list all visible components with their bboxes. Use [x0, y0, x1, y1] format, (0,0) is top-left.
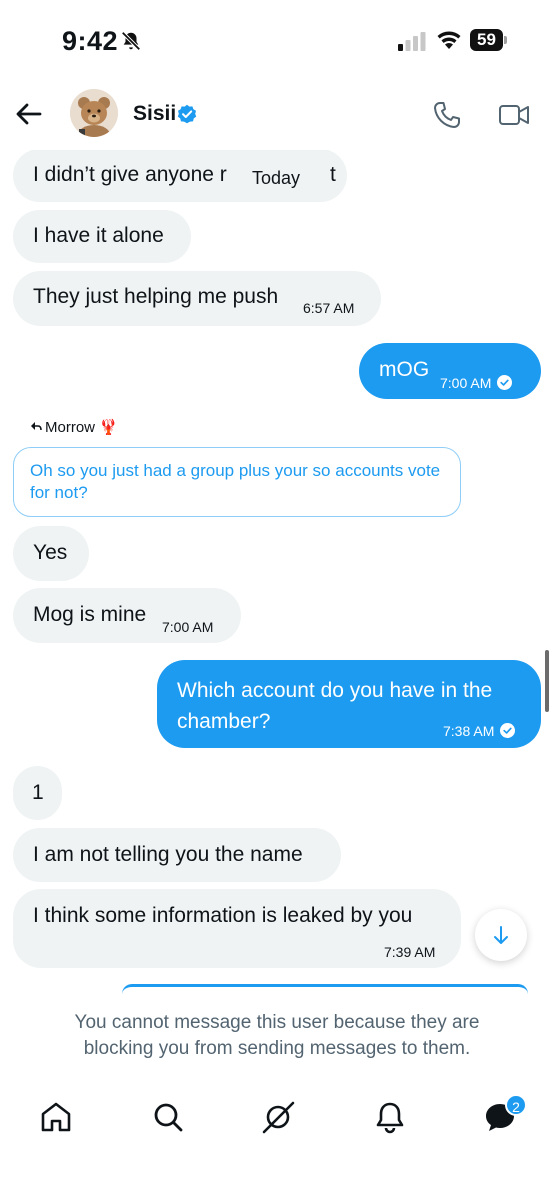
search-icon[interactable] [150, 1099, 186, 1135]
message-time: 7:38 AM [443, 723, 495, 739]
message-incoming[interactable]: 1 [13, 766, 62, 820]
message-text: I didn’t give anyone r [33, 163, 227, 186]
message-incoming[interactable]: They just helping me push 6:57 AM [13, 271, 381, 326]
notifications-bell-icon[interactable] [372, 1099, 408, 1135]
message-text: I am not telling you the name [33, 843, 303, 866]
home-indicator [0, 1165, 554, 1200]
message-text: I think some information is leaked by yo… [33, 904, 413, 927]
read-check-icon [497, 375, 513, 390]
teddy-bear-avatar-image [70, 89, 118, 137]
bottom-tab-bar [0, 1085, 554, 1155]
avatar[interactable] [70, 89, 118, 137]
conversation-header: Sisii [0, 80, 554, 150]
battery-tip [504, 36, 507, 44]
cellular-signal-icon [398, 32, 426, 51]
grok-icon[interactable] [260, 1099, 296, 1135]
message-incoming[interactable]: Yes [13, 526, 89, 581]
scroll-to-bottom-button[interactable] [475, 909, 527, 961]
phone-icon[interactable] [432, 100, 462, 130]
message-timestamp: 7:00 AM [162, 619, 214, 635]
quoted-message[interactable]: Oh so you just had a group plus your so … [13, 447, 461, 517]
contact-name[interactable]: Sisii [133, 102, 176, 126]
video-camera-icon[interactable] [498, 101, 530, 129]
status-bar: 9:42 59 [0, 0, 554, 80]
date-divider: Today [238, 163, 315, 194]
message-time: 7:00 AM [440, 375, 492, 391]
message-outgoing-partial [122, 984, 528, 994]
message-timestamp: 6:57 AM [303, 300, 355, 316]
battery-icon: 59 [470, 29, 508, 51]
messages-badge: 2 [505, 1094, 527, 1116]
message-timestamp: 7:39 AM [384, 944, 436, 960]
blocked-notice: You cannot message this user because the… [74, 1012, 480, 1059]
home-icon[interactable] [38, 1099, 74, 1135]
message-text: mOG [379, 358, 430, 381]
reply-to-name: Morrow [45, 419, 96, 436]
message-incoming[interactable]: I am not telling you the name [13, 828, 341, 882]
message-text: Yes [33, 541, 68, 564]
message-text: They just helping me push [33, 285, 279, 308]
wifi-icon [437, 31, 461, 49]
message-outgoing[interactable]: Which account do you have in the chamber… [157, 660, 541, 748]
verified-badge-icon [177, 104, 197, 124]
message-timestamp: 7:38 AM [443, 718, 516, 744]
battery-level: 59 [470, 29, 503, 51]
reply-arrow-icon [31, 422, 42, 431]
message-incoming[interactable]: Mog is mine 7:00 AM [13, 588, 241, 643]
back-arrow-icon[interactable] [14, 99, 44, 129]
message-outgoing[interactable]: mOG 7:00 AM [359, 343, 541, 399]
message-timestamp: 7:00 AM [440, 370, 513, 396]
message-text: Mog is mine [33, 603, 147, 626]
message-text: I have it alone [33, 224, 164, 247]
reply-to-emoji: 🦞 [99, 419, 118, 436]
read-check-icon [500, 723, 516, 738]
message-incoming[interactable]: I think some information is leaked by yo… [13, 889, 461, 968]
message-incoming[interactable]: I have it alone [13, 210, 191, 263]
reply-reference: Morrow 🦞 [30, 418, 118, 436]
arrow-down-icon [494, 926, 508, 944]
status-time: 9:42 [62, 26, 119, 56]
message-text-tail: t [330, 163, 336, 186]
bell-slash-icon [121, 31, 141, 51]
scrollbar[interactable] [545, 650, 549, 712]
message-text: 1 [32, 781, 44, 804]
